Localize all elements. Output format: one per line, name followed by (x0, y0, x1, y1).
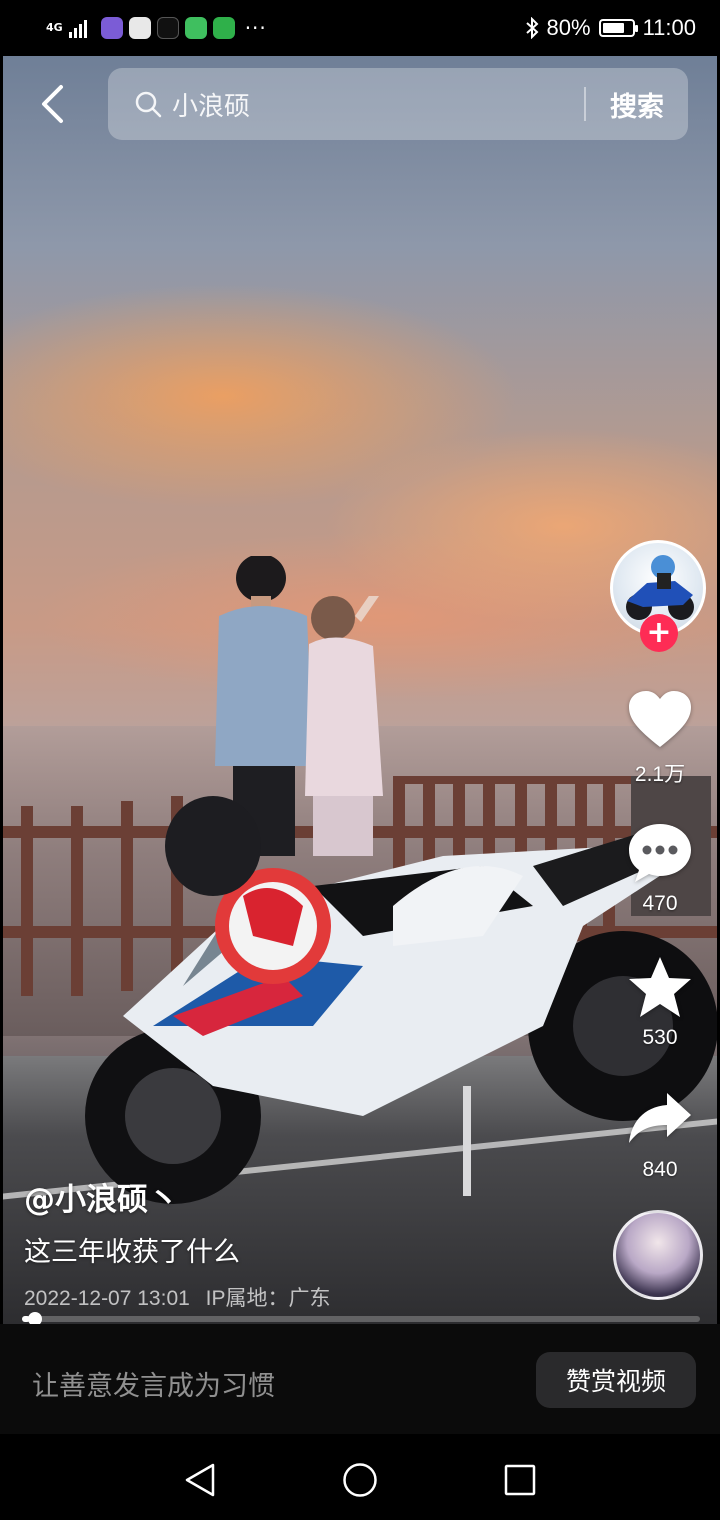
music-app-icon (100, 17, 123, 39)
nav-recents-button[interactable] (500, 1460, 540, 1500)
search-input[interactable]: 小浪硕 (172, 86, 584, 123)
comment-button[interactable]: 470 (614, 820, 706, 916)
clock: 11:00 (642, 15, 696, 40)
post-date: 2022-12-07 13:01 (24, 1287, 190, 1310)
back-button[interactable] (30, 80, 74, 128)
iqiyi-app-icon (212, 17, 235, 39)
video-caption: 这三年收获了什么 (24, 1237, 240, 1268)
network-type: 4G (46, 21, 63, 34)
chevron-left-icon (42, 85, 63, 123)
nav-back-button[interactable] (180, 1460, 220, 1500)
follow-button[interactable]: + (640, 614, 678, 652)
star-icon (625, 954, 695, 1020)
video-app-icon (184, 17, 207, 39)
tiktok-app-icon (156, 17, 179, 39)
battery-percent: 80% (546, 15, 591, 40)
search-box[interactable]: 小浪硕 搜索 (108, 68, 688, 140)
share-count: 840 (642, 1158, 678, 1181)
like-count: 2.1万 (634, 763, 686, 786)
more-notifications-icon: ··· (244, 16, 267, 40)
comment-icon (625, 820, 695, 886)
app-notification-icon (128, 17, 151, 39)
search-icon (135, 91, 162, 118)
comment-bar: 让善意发言成为习惯 赞赏视频 (0, 1324, 720, 1434)
navigation-bar (0, 1434, 720, 1520)
post-meta: 2022-12-07 13:01 IP属地：广东 (24, 1282, 331, 1312)
battery-fill (602, 23, 625, 33)
square-recents-icon (504, 1464, 536, 1496)
music-disc-avatar[interactable] (613, 1210, 703, 1300)
nav-home-button[interactable] (340, 1460, 380, 1500)
favorite-button[interactable]: 530 (614, 954, 706, 1050)
reward-video-button[interactable]: 赞赏视频 (536, 1352, 696, 1408)
status-right: 80% 11:00 (525, 15, 696, 41)
ip-location: IP属地：广东 (205, 1287, 331, 1310)
screen: 4G ··· 80% 11:00 小浪硕 搜索 + 2.1万 470 530 8… (0, 0, 720, 1520)
comment-input[interactable]: 让善意发言成为习惯 (32, 1364, 275, 1403)
share-icon (625, 1086, 695, 1152)
search-button[interactable]: 搜索 (610, 85, 664, 124)
favorite-count: 530 (642, 1026, 678, 1049)
status-bar: 4G ··· 80% 11:00 (0, 0, 720, 56)
triangle-back-icon (185, 1463, 215, 1497)
comment-count: 470 (642, 892, 678, 915)
video-progress-bar[interactable] (22, 1312, 700, 1326)
like-button[interactable]: 2.1万 (614, 686, 706, 788)
video-player[interactable] (3, 56, 717, 1324)
signal-icon (68, 18, 87, 38)
battery-icon (598, 19, 638, 37)
heart-icon (625, 686, 695, 752)
plus-icon: + (646, 615, 672, 650)
bluetooth-icon (525, 17, 538, 39)
search-divider (584, 87, 586, 121)
share-button[interactable]: 840 (614, 1086, 706, 1182)
author-name[interactable]: @小浪硕丶 (24, 1174, 179, 1219)
status-left: 4G ··· (46, 16, 267, 40)
circle-home-icon (343, 1463, 377, 1497)
